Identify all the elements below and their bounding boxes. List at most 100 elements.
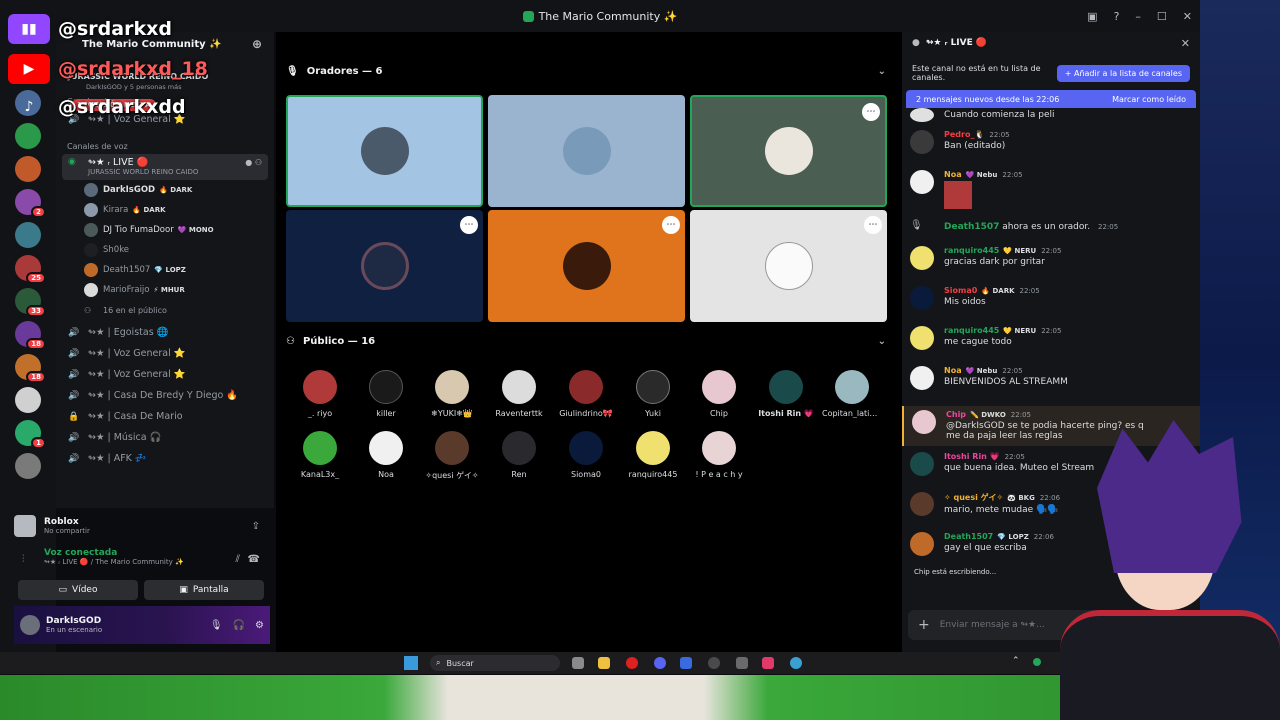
- voice-user[interactable]: Sh0ke: [62, 240, 268, 260]
- chat-message[interactable]: 🎙 Dеаth1507 ahora es un orador. 22:05: [902, 220, 1200, 240]
- audience-member[interactable]: ❄YUKI❄👑: [422, 370, 482, 418]
- invite-icon[interactable]: ⊕: [252, 37, 262, 51]
- message-author[interactable]: Noa: [944, 170, 962, 179]
- speaker-tile[interactable]: [488, 95, 685, 207]
- voice-user[interactable]: DarkIsGOD 🔥 DARK: [62, 180, 268, 200]
- server-icon[interactable]: [15, 387, 41, 413]
- channel-musica[interactable]: 🔊 ↬★ | Música 🎧: [62, 427, 268, 448]
- chat-message[interactable]: Noa 💜 Nebu 22:05: [902, 170, 1200, 214]
- voice-user[interactable]: DJ Tio FumaDoor 💜 MONO: [62, 220, 268, 240]
- category-voice[interactable]: Canales de voz: [62, 140, 268, 154]
- message-author[interactable]: Pedro_🐧: [944, 130, 984, 139]
- close-icon[interactable]: ✕: [1181, 37, 1190, 50]
- public-count[interactable]: ⚇ 16 en el público: [62, 300, 268, 320]
- minimize-icon[interactable]: –: [1135, 10, 1141, 23]
- audience-member[interactable]: Itoshi Rin 💗: [756, 370, 816, 418]
- more-icon[interactable]: ⋯: [460, 216, 478, 234]
- chat-message[interactable]: Pedro_🐧 22:05 Ban (editado): [902, 130, 1200, 164]
- audience-member[interactable]: ranquiro445: [623, 431, 683, 479]
- audience-member[interactable]: Sioma0: [556, 431, 616, 479]
- noise-suppression-icon[interactable]: ⫽: [236, 554, 240, 565]
- server-icon[interactable]: [15, 156, 41, 182]
- discord-icon[interactable]: [654, 657, 666, 669]
- channel-egoistas[interactable]: 🔊 ↬★ | Egoistas 🌐: [62, 322, 268, 343]
- new-messages-bar[interactable]: 2 mensajes nuevos desde las 22:06 Marcar …: [906, 90, 1196, 108]
- chat-message[interactable]: ranquiro445 💛 NERU 22:05 me cague todo: [902, 326, 1200, 360]
- activity-panel[interactable]: Roblox No compartir ⇪: [14, 510, 270, 542]
- message-image[interactable]: [944, 181, 972, 209]
- video-button[interactable]: ▭ Vídeo: [18, 580, 138, 600]
- chat-icon[interactable]: ● ⚇: [245, 158, 262, 167]
- tray-chevron-icon[interactable]: ⌃: [1012, 656, 1020, 666]
- close-icon[interactable]: ✕: [1183, 10, 1192, 23]
- audience-member[interactable]: Giulindrino🎀: [556, 370, 616, 418]
- screen-share-button[interactable]: ▣ Pantalla: [144, 580, 264, 600]
- channel-casa-bredy-diego[interactable]: 🔊 ↬★ | Casa De Bredy Y Diego 🔥: [62, 385, 268, 406]
- speaker-tile[interactable]: ⋯: [690, 210, 887, 322]
- channel-casa-de-mario[interactable]: 🔒 ↬★ | Casa De Mario: [62, 406, 268, 427]
- tray-status-icon[interactable]: [1033, 658, 1041, 666]
- message-author[interactable]: ranquiro445: [944, 326, 999, 335]
- speaker-tile[interactable]: ⋯: [690, 95, 887, 207]
- server-icon[interactable]: [15, 222, 41, 248]
- chat-message[interactable]: Sioma0 🔥 DARK 22:05 Mis oidos: [902, 286, 1200, 320]
- channel-voz-general-1[interactable]: 🔊 ↬★ | Voz General ⭐: [62, 343, 268, 364]
- voice-user[interactable]: Kirara 🔥 DARK: [62, 200, 268, 220]
- server-icon[interactable]: 18: [15, 354, 46, 383]
- speakers-header[interactable]: 🎙 Oradores — 6 ⌄: [286, 66, 886, 77]
- speaker-tile[interactable]: [286, 95, 483, 207]
- chevron-down-icon[interactable]: ⌄: [878, 336, 886, 347]
- channel-voz-general-2[interactable]: 🔊 ↬★ | Voz General ⭐: [62, 364, 268, 385]
- more-icon[interactable]: ⋯: [864, 216, 882, 234]
- maximize-icon[interactable]: ☐: [1157, 10, 1167, 23]
- server-icon[interactable]: 25: [15, 255, 46, 284]
- mark-read-button[interactable]: Marcar como leído: [1112, 95, 1186, 104]
- audience-member[interactable]: Copitan_latin...: [822, 370, 882, 418]
- message-author[interactable]: Noa: [944, 366, 962, 375]
- more-icon[interactable]: ⋯: [862, 103, 880, 121]
- message-author[interactable]: ranquiro445: [944, 246, 999, 255]
- server-icon[interactable]: 2: [15, 189, 46, 218]
- gear-icon[interactable]: ⚙: [255, 620, 264, 631]
- audience-member[interactable]: _. riyo: [290, 370, 350, 418]
- chat-message[interactable]: Noa 💜 Nebu 22:05 BIENVENIDOS AL STREAMM: [902, 366, 1200, 400]
- obs-icon[interactable]: [708, 657, 720, 669]
- chat-message[interactable]: Cuando comienza la peli: [902, 108, 1200, 124]
- headphones-icon[interactable]: 🎧: [233, 620, 245, 631]
- audience-member[interactable]: Chip: [689, 370, 749, 418]
- inbox-icon[interactable]: ▣: [1087, 10, 1097, 23]
- chat-message[interactable]: ranquiro445 💛 NERU 22:05 gracias dark por g…: [902, 246, 1200, 280]
- speaker-tile[interactable]: ⋯: [488, 210, 685, 322]
- server-icon[interactable]: 33: [15, 288, 46, 317]
- message-author[interactable]: Dеаth1507: [944, 532, 993, 541]
- opera-icon[interactable]: [626, 657, 638, 669]
- audience-member[interactable]: Noa: [356, 431, 416, 479]
- message-author[interactable]: ✧ quesi ゲイ✧: [944, 493, 1003, 502]
- channel-afk[interactable]: 🔊 ↬★ | AFK 💤: [62, 448, 268, 469]
- tiktok-live-icon[interactable]: [762, 657, 774, 669]
- task-view-icon[interactable]: [572, 657, 584, 669]
- message-author[interactable]: Sioma0: [944, 286, 977, 295]
- help-icon[interactable]: ?: [1114, 10, 1120, 23]
- avatar[interactable]: [20, 615, 40, 635]
- message-author[interactable]: Dеаth1507: [944, 222, 999, 232]
- audience-member[interactable]: KanaL3x_: [290, 431, 350, 479]
- server-icon[interactable]: [15, 453, 41, 479]
- disconnect-icon[interactable]: ☎: [248, 554, 260, 565]
- taskbar-search[interactable]: ⌕ Buscar: [430, 655, 560, 671]
- audience-member[interactable]: ! P e a c h y: [689, 431, 749, 479]
- speaker-tile[interactable]: ⋯: [286, 210, 483, 322]
- plus-icon[interactable]: +: [918, 617, 930, 633]
- audience-header[interactable]: ⚇ Público — 16 ⌄: [286, 336, 886, 347]
- voice-status[interactable]: Voz conectada: [14, 548, 270, 558]
- file-explorer-icon[interactable]: [598, 657, 610, 669]
- audience-member[interactable]: killer: [356, 370, 416, 418]
- voice-user[interactable]: Dеаth1507 💎 LOPZ: [62, 260, 268, 280]
- chevron-down-icon[interactable]: ⌄: [878, 66, 886, 77]
- mic-icon[interactable]: 🎙: [210, 620, 223, 631]
- audience-member[interactable]: Raventerttk: [489, 370, 549, 418]
- audience-member[interactable]: ✧quesi ゲイ✧: [422, 431, 482, 481]
- app-icon[interactable]: [736, 657, 748, 669]
- server-icon[interactable]: 1: [15, 420, 46, 449]
- audience-member[interactable]: Yuki: [623, 370, 683, 418]
